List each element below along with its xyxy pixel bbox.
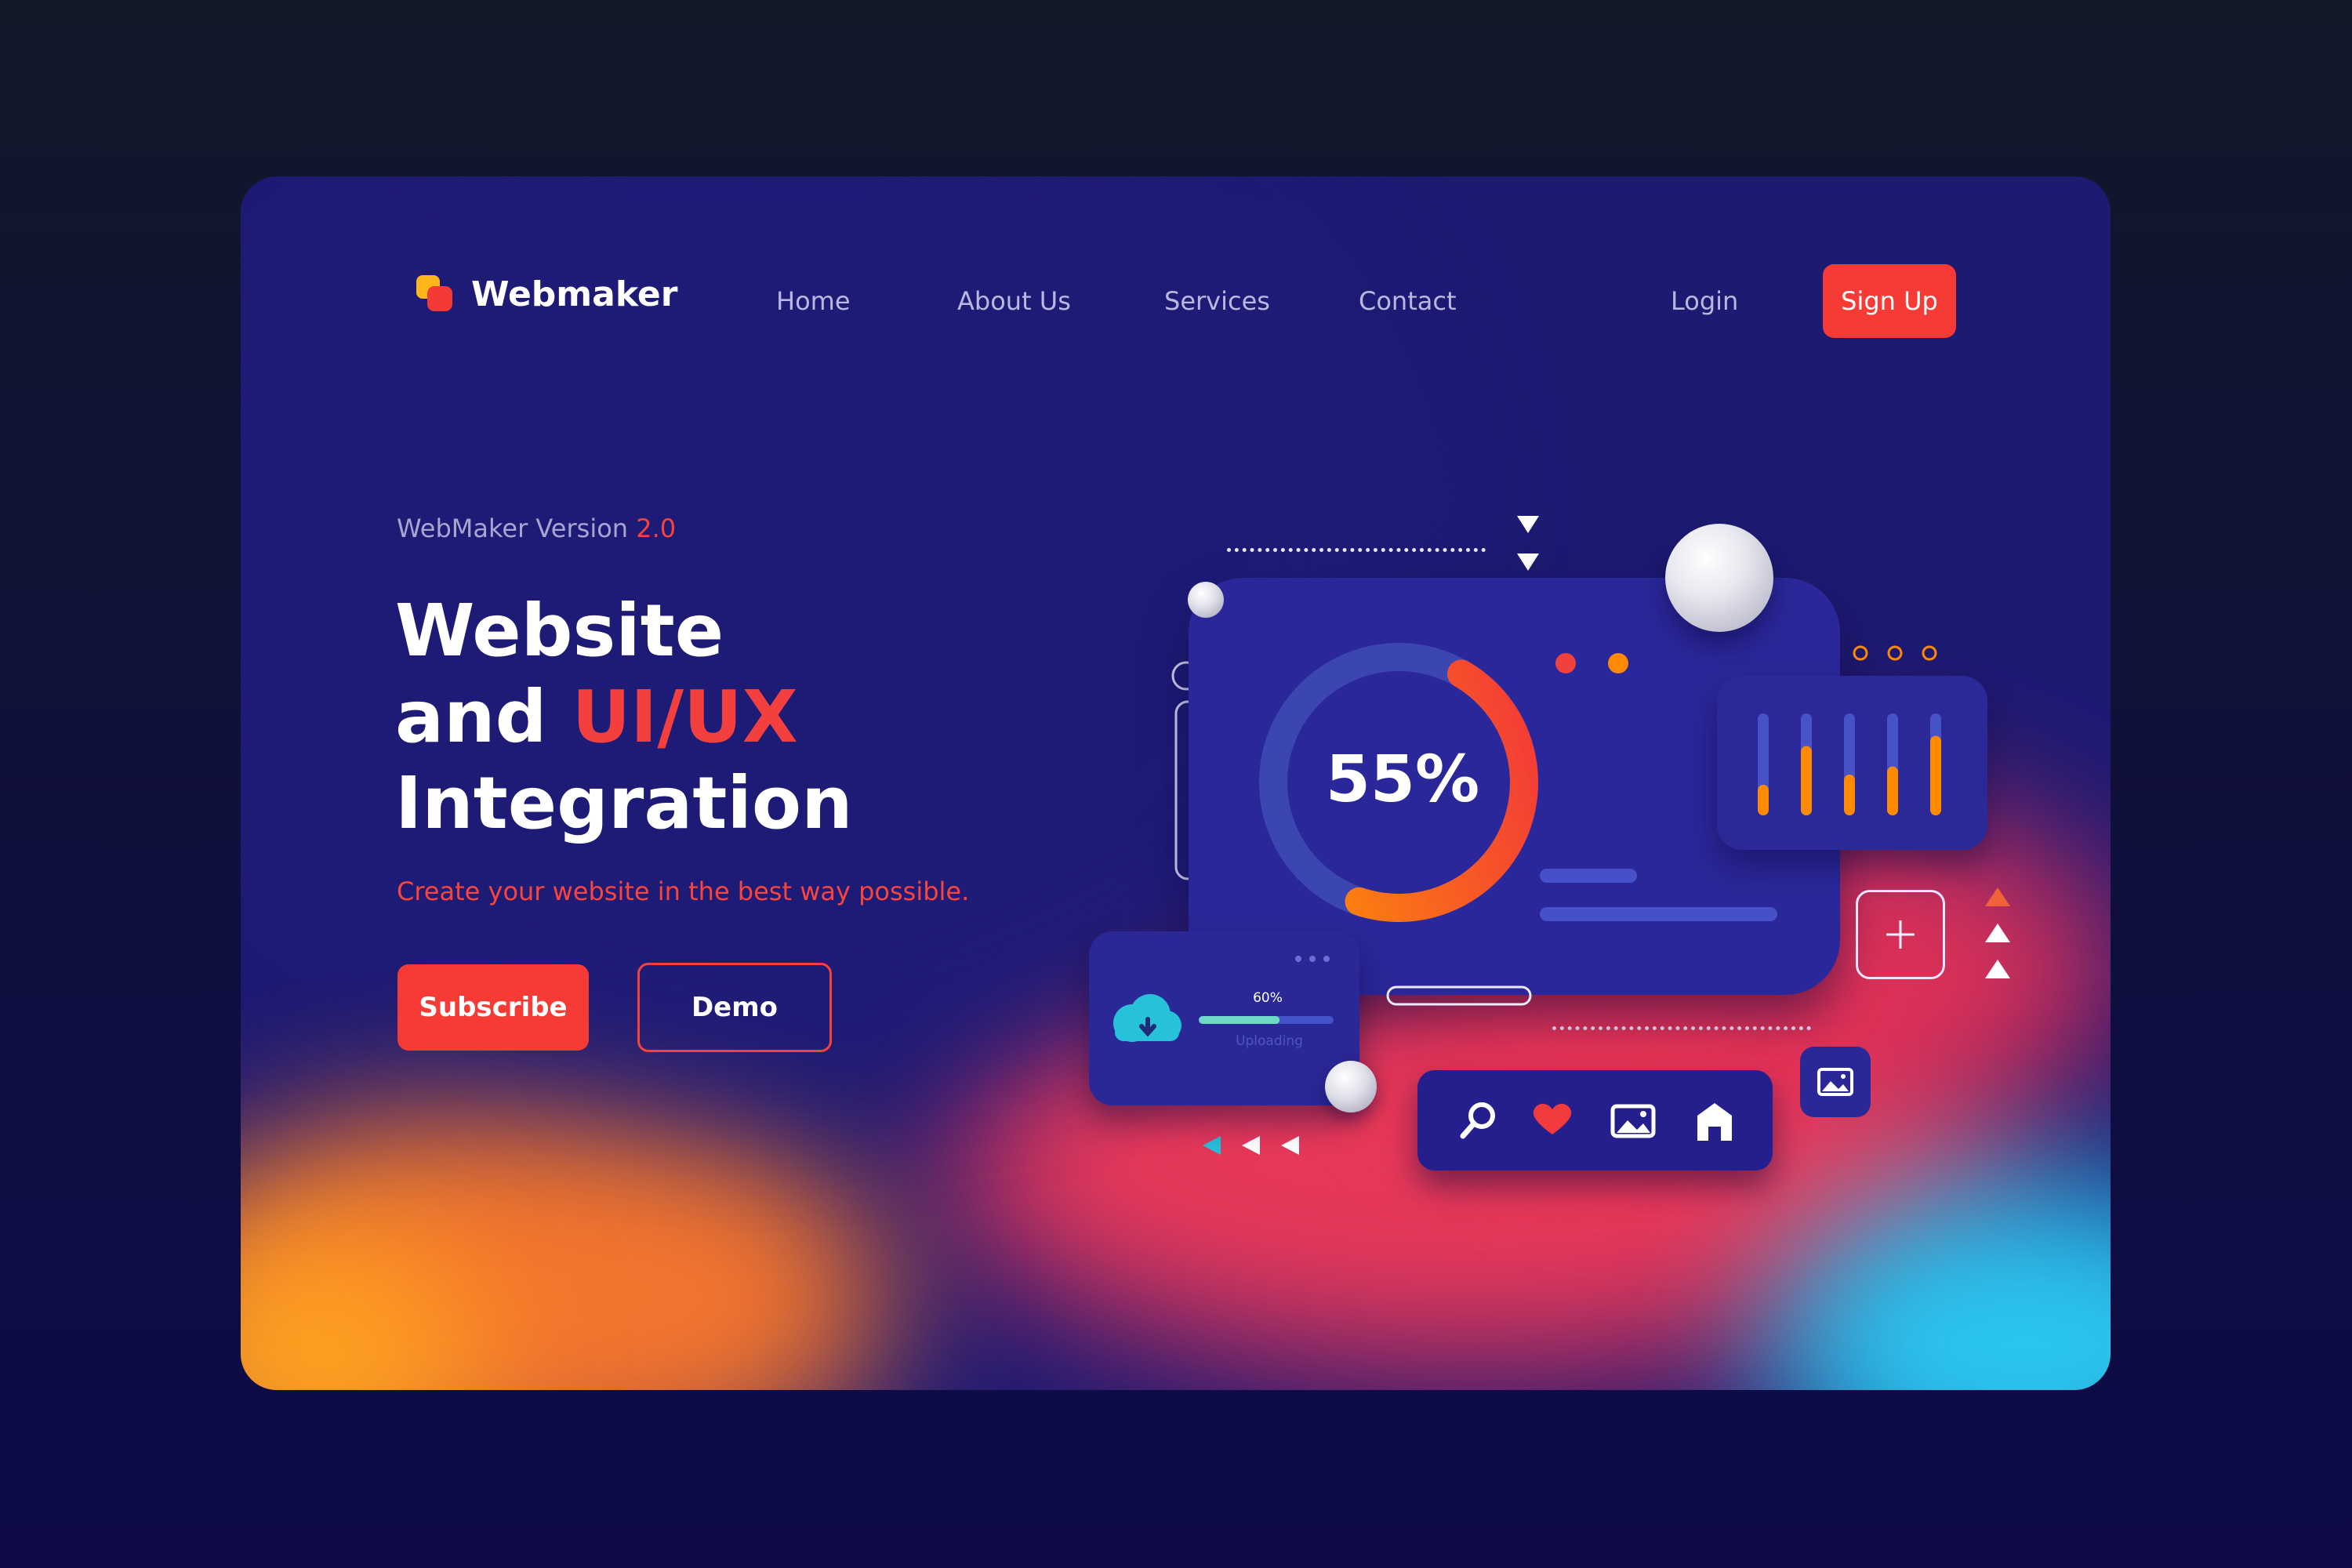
upload-percent: 60% xyxy=(1253,990,1283,1006)
plus-button[interactable] xyxy=(1856,890,1945,979)
search-icon xyxy=(1460,1102,1495,1139)
panel-line-long xyxy=(1540,907,1777,921)
triangle-up-1 xyxy=(1985,887,2010,906)
triangle-left-1 xyxy=(1203,1136,1221,1155)
triangle-up-2 xyxy=(1985,924,2010,942)
upload-card: 60% Uploading xyxy=(1089,931,1359,1105)
landing-card: Webmaker Home About Us Services Contact … xyxy=(241,176,2111,1390)
heart-icon xyxy=(1533,1103,1572,1134)
ring-1 xyxy=(1853,645,1868,661)
ring-3 xyxy=(1922,645,1937,661)
bar-fill xyxy=(1844,775,1855,815)
plus-icon xyxy=(1886,920,1915,949)
triangle-up-3 xyxy=(1985,960,2010,978)
triangle-left-2 xyxy=(1242,1136,1260,1155)
icon-toolbar xyxy=(1417,1070,1773,1171)
status-dot-red xyxy=(1555,653,1576,673)
donut-label: 55% xyxy=(1325,742,1480,817)
cloud-download-icon xyxy=(1113,994,1181,1042)
home-icon xyxy=(1697,1103,1732,1141)
sphere-large xyxy=(1665,524,1773,632)
image-icon xyxy=(1817,1068,1853,1096)
triangle-left-3 xyxy=(1281,1136,1299,1155)
bar-fill xyxy=(1801,746,1812,815)
sphere-small-top xyxy=(1188,582,1224,618)
bar-fill xyxy=(1758,785,1769,815)
panel-line-short xyxy=(1540,869,1637,883)
status-dot-orange xyxy=(1608,653,1628,673)
image-icon xyxy=(1610,1104,1656,1138)
sphere-small-bottom xyxy=(1325,1061,1377,1112)
bar-chart xyxy=(1758,713,1941,815)
ring-2 xyxy=(1887,645,1903,661)
upload-fill xyxy=(1199,1016,1280,1024)
slider-track xyxy=(1386,985,1532,1006)
bar-fill xyxy=(1887,766,1898,815)
bar-fill xyxy=(1930,735,1941,815)
image-button[interactable] xyxy=(1800,1047,1871,1117)
upload-status: Uploading xyxy=(1236,1033,1303,1049)
